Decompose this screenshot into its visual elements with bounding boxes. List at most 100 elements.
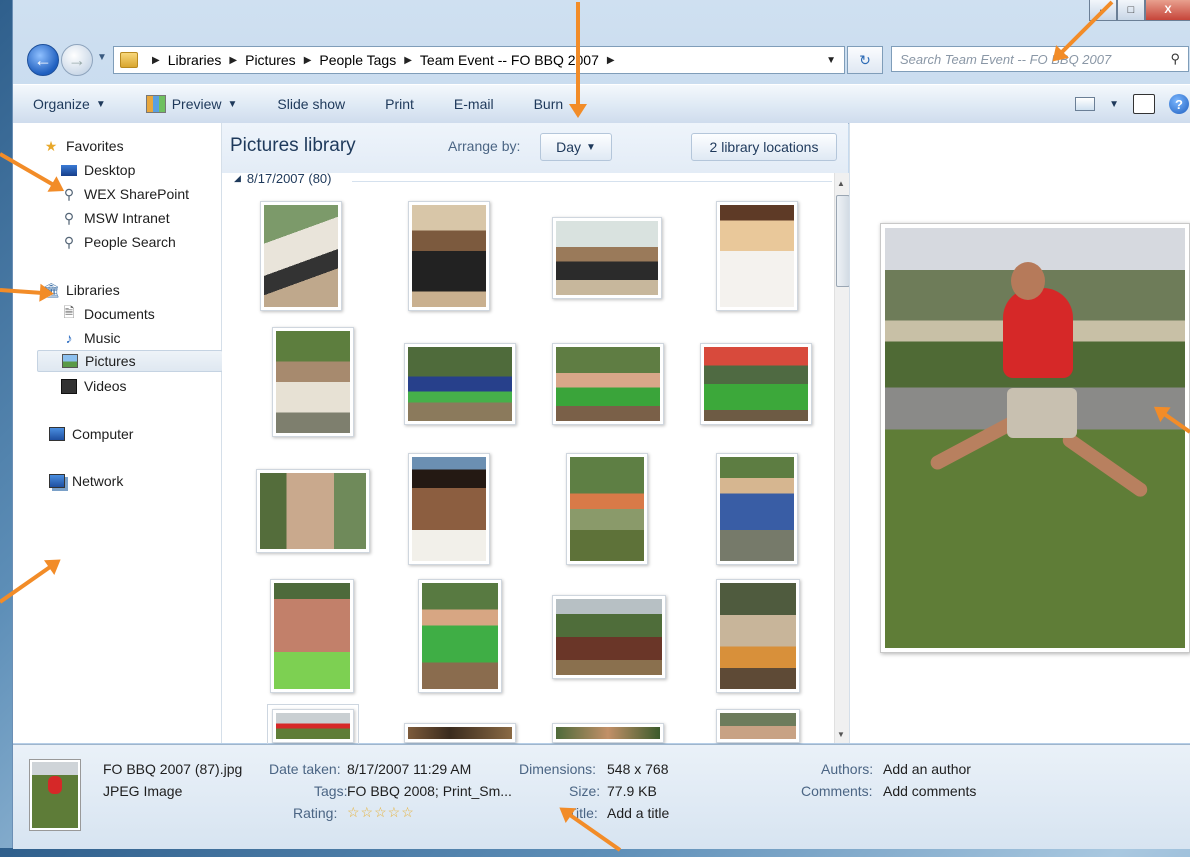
folder-icon: [120, 52, 138, 68]
nav-item-label: WEX SharePoint: [84, 186, 190, 202]
address-dropdown-icon[interactable]: ▼: [817, 54, 844, 66]
breadcrumb-chevron-icon[interactable]: ▶: [229, 55, 237, 66]
forward-arrow-icon: →: [68, 49, 86, 70]
authors-value[interactable]: Add an author: [883, 761, 971, 777]
search-icon[interactable]: ⚲: [1170, 51, 1180, 67]
library-locations-button[interactable]: 2 library locations: [691, 133, 837, 161]
nav-item-pictures[interactable]: Pictures: [37, 350, 223, 372]
vertical-scrollbar[interactable]: ▲ ▼: [834, 173, 850, 743]
breadcrumb-chevron-icon[interactable]: ▶: [152, 55, 160, 66]
title-value[interactable]: Add a title: [607, 805, 669, 821]
breadcrumb-chevron-icon[interactable]: ▶: [404, 55, 412, 66]
photo-thumbnail[interactable]: [552, 217, 662, 299]
photo-thumbnail[interactable]: [404, 723, 516, 743]
nav-libraries[interactable]: 🏛 Libraries: [42, 279, 120, 301]
forward-button[interactable]: →: [61, 44, 93, 76]
library-header: Pictures library Arrange by: Day ▼ 2 libr…: [222, 123, 848, 173]
photo-thumbnail[interactable]: [408, 201, 490, 311]
photo-thumbnail[interactable]: [272, 327, 354, 437]
photo-thumbnail[interactable]: [716, 709, 800, 743]
photo-thumbnail[interactable]: [552, 723, 664, 743]
breadcrumb-chevron-icon[interactable]: ▶: [304, 55, 312, 66]
rating-stars[interactable]: ☆☆☆☆☆: [347, 804, 415, 821]
photo-thumbnail[interactable]: [256, 469, 370, 553]
breadcrumb-people-tags[interactable]: People Tags: [319, 52, 396, 68]
nav-item-msw-intranet[interactable]: ⚲ MSW Intranet: [61, 207, 170, 229]
photo-thumbnail-selected[interactable]: [267, 704, 359, 748]
preview-image: [880, 223, 1190, 653]
rating-label: Rating:: [293, 805, 338, 821]
comments-value[interactable]: Add comments: [883, 783, 976, 799]
date-taken-label: Date taken:: [269, 761, 341, 777]
nav-item-wex-sharepoint[interactable]: ⚲ WEX SharePoint: [61, 183, 189, 205]
arrange-by-label: Arrange by:: [448, 138, 521, 154]
photo-thumbnail[interactable]: [716, 201, 798, 311]
slideshow-button[interactable]: Slide show: [257, 96, 365, 112]
photo-thumbnail[interactable]: [700, 343, 812, 425]
photo-thumbnail[interactable]: [270, 579, 354, 693]
size-label: Size:: [569, 783, 601, 799]
nav-item-desktop[interactable]: Desktop: [61, 159, 135, 181]
nav-item-videos[interactable]: Videos: [61, 375, 127, 397]
nav-network-label: Network: [72, 473, 124, 489]
arrange-by-dropdown[interactable]: Day ▼: [540, 133, 612, 161]
photo-thumbnail[interactable]: [552, 595, 666, 679]
breadcrumb-team-event[interactable]: Team Event -- FO BBQ 2007: [420, 52, 599, 68]
back-button[interactable]: ←: [27, 44, 59, 76]
nav-item-music[interactable]: ♪ Music: [61, 327, 121, 349]
file-list-pane: Pictures library Arrange by: Day ▼ 2 libr…: [222, 123, 850, 748]
navigation-pane: ★ Favorites Desktop ⚲ WEX SharePoint ⚲ M…: [13, 123, 223, 743]
preview-button[interactable]: Preview ▼: [126, 95, 258, 113]
annotation-arrow: [576, 2, 580, 114]
group-header[interactable]: ◢ 8/17/2007 (80): [234, 171, 332, 186]
photo-thumbnail[interactable]: [418, 579, 502, 693]
network-icon: [49, 473, 65, 489]
maximize-button[interactable]: □: [1117, 0, 1145, 21]
breadcrumb-libraries[interactable]: Libraries: [168, 52, 222, 68]
email-button[interactable]: E-mail: [434, 96, 514, 112]
help-icon[interactable]: ?: [1169, 94, 1189, 114]
photo-thumbnail[interactable]: [716, 579, 800, 693]
photo-thumbnail[interactable]: [716, 453, 798, 565]
chevron-down-icon: ▼: [586, 141, 596, 153]
nav-item-people-search[interactable]: ⚲ People Search: [61, 231, 176, 253]
nav-item-label: Music: [84, 330, 121, 346]
organize-button[interactable]: Organize ▼: [13, 96, 126, 112]
back-arrow-icon: ←: [34, 49, 52, 70]
preview-pane: [849, 123, 1190, 743]
scroll-down-icon[interactable]: ▼: [837, 730, 845, 739]
change-view-icon[interactable]: [1075, 97, 1096, 111]
group-divider: [352, 181, 832, 182]
computer-icon: [49, 426, 65, 442]
nav-favorites[interactable]: ★ Favorites: [43, 135, 124, 157]
search-input[interactable]: Search Team Event -- FO BBQ 2007 ⚲: [891, 46, 1189, 72]
address-bar[interactable]: ▶ Libraries ▶ Pictures ▶ People Tags ▶ T…: [113, 46, 845, 74]
video-icon: [61, 378, 77, 394]
date-taken-value[interactable]: 8/17/2007 11:29 AM: [347, 761, 471, 777]
print-button[interactable]: Print: [365, 96, 434, 112]
nav-network[interactable]: Network: [49, 470, 123, 492]
photo-thumbnail[interactable]: [552, 343, 664, 425]
preview-label: Preview: [171, 96, 222, 112]
nav-item-documents[interactable]: 🗎 Documents: [61, 303, 154, 325]
photo-thumbnail[interactable]: [566, 453, 648, 565]
photo-thumbnail[interactable]: [260, 201, 342, 311]
organize-label: Organize: [33, 96, 90, 112]
breadcrumb-pictures[interactable]: Pictures: [245, 52, 296, 68]
tags-value[interactable]: FO BBQ 2008; Print_Sm...: [347, 783, 512, 799]
preview-pane-toggle-icon[interactable]: [1133, 94, 1155, 114]
tags-label: Tags:: [314, 783, 348, 799]
photo-detail: [1007, 388, 1077, 438]
nav-libraries-label: Libraries: [66, 282, 120, 298]
scrollbar-thumb[interactable]: [836, 195, 850, 287]
view-options-dropdown-icon[interactable]: ▼: [1109, 99, 1119, 110]
close-button[interactable]: X: [1145, 0, 1190, 21]
nav-computer[interactable]: Computer: [49, 423, 133, 445]
recent-pages-dropdown[interactable]: ▼: [97, 52, 107, 63]
photo-thumbnail[interactable]: [408, 453, 490, 565]
breadcrumb-chevron-icon[interactable]: ▶: [607, 55, 615, 66]
scroll-up-icon[interactable]: ▲: [837, 179, 845, 188]
photo-thumbnail[interactable]: [404, 343, 516, 425]
authors-label: Authors:: [821, 761, 874, 777]
refresh-button[interactable]: ↻: [847, 46, 883, 74]
